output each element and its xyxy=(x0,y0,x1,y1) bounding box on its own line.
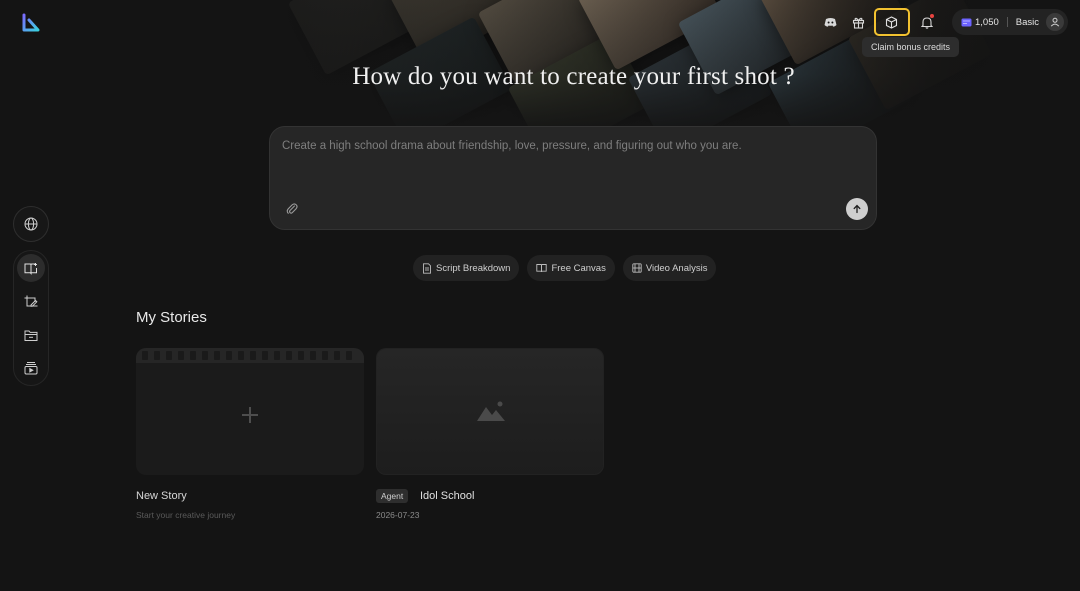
globe-icon xyxy=(24,217,38,231)
arrow-up-icon xyxy=(853,204,861,214)
divider xyxy=(1006,17,1008,27)
story-title[interactable]: Idol School xyxy=(420,490,474,502)
gift-icon[interactable] xyxy=(846,9,872,35)
page-title: How do you want to create your first sho… xyxy=(352,63,795,90)
chip-label: Script Breakdown xyxy=(436,262,511,274)
cube-icon xyxy=(886,15,898,29)
new-story-subtitle: Start your creative journey xyxy=(136,510,236,520)
prompt-input[interactable] xyxy=(282,140,862,195)
video-analysis-button[interactable]: Video Analysis xyxy=(622,255,717,281)
chip-label: Free Canvas xyxy=(551,262,606,274)
avatar[interactable] xyxy=(1046,13,1064,31)
plus-icon xyxy=(240,405,260,425)
credit-icon xyxy=(961,18,972,26)
credits-count: 1,050 xyxy=(974,16,999,28)
document-icon xyxy=(423,262,431,274)
discord-icon[interactable] xyxy=(818,9,844,35)
sidebar-item-videos[interactable] xyxy=(17,354,45,382)
sidebar-item-stories[interactable] xyxy=(17,254,45,282)
new-story-card[interactable] xyxy=(136,348,364,475)
prompt-box xyxy=(269,126,877,230)
story-date: 2026-07-23 xyxy=(376,510,420,520)
agent-badge: Agent xyxy=(376,489,409,503)
film-strip xyxy=(136,348,364,363)
sidebar xyxy=(13,250,49,386)
mode-chips: Script Breakdown Free Canvas Video Analy… xyxy=(413,255,724,281)
bell-icon[interactable] xyxy=(914,9,940,35)
sidebar-item-assets[interactable] xyxy=(17,321,45,349)
user-icon xyxy=(1050,17,1060,27)
plan-label: Basic xyxy=(1015,16,1039,28)
language-button[interactable] xyxy=(13,206,49,242)
chip-label: Video Analysis xyxy=(645,262,708,274)
crop-edit-icon xyxy=(24,295,38,307)
credits-pill[interactable]: 1,050 Basic xyxy=(951,9,1068,35)
send-button[interactable] xyxy=(846,198,868,220)
folder-icon xyxy=(24,330,38,341)
bonus-credits-button[interactable] xyxy=(873,8,910,36)
top-bar: 1,050 Basic xyxy=(816,8,1068,36)
section-title: My Stories xyxy=(136,309,207,326)
story-card[interactable] xyxy=(376,348,604,475)
new-story-title[interactable]: New Story xyxy=(136,490,187,502)
app-logo[interactable] xyxy=(21,13,41,33)
film-icon xyxy=(632,263,642,273)
story-book-icon xyxy=(24,262,37,275)
notification-dot xyxy=(929,14,934,18)
free-canvas-button[interactable]: Free Canvas xyxy=(527,255,615,281)
tooltip: Claim bonus credits xyxy=(862,37,960,57)
sidebar-item-canvas[interactable] xyxy=(17,288,45,316)
video-library-icon xyxy=(24,362,38,375)
book-icon xyxy=(536,264,548,273)
script-breakdown-button[interactable]: Script Breakdown xyxy=(413,255,520,281)
image-placeholder-icon xyxy=(476,399,506,428)
paperclip-icon[interactable] xyxy=(285,202,299,216)
